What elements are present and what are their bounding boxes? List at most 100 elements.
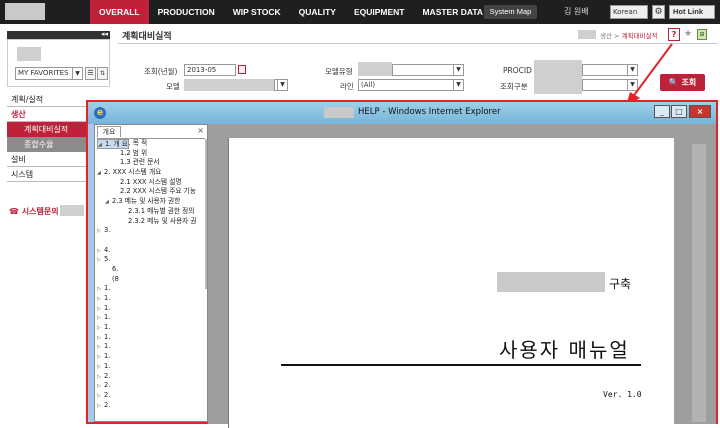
toc-item[interactable]: 2.2 XXX 시스템 주요 기능: [97, 187, 205, 197]
toc-item[interactable]: ▷ 2.: [97, 391, 205, 401]
toc-item[interactable]: ▷ 3.: [97, 226, 205, 236]
sidebar-item-system[interactable]: 시스템: [7, 167, 87, 182]
toc-item[interactable]: ◢ 2. XXX 시스템 개요: [97, 168, 205, 178]
menu-overall[interactable]: OVERALL: [90, 0, 149, 24]
toc-item[interactable]: ▷ 1.: [97, 323, 205, 333]
breadcrumb-production[interactable]: 생산 >: [600, 32, 619, 40]
excel-export-icon[interactable]: ⊞: [697, 29, 707, 40]
model-type-select[interactable]: ▼: [392, 64, 464, 76]
model-type-label: 모델유형: [325, 67, 353, 76]
menu-master-data[interactable]: MASTER DATA: [413, 0, 492, 24]
sidebar-nav: 계획/실적 생산 계획대비실적 종합수율 설비 시스템: [7, 92, 87, 182]
document-title-rule: [281, 364, 641, 366]
toc-item[interactable]: ▷ 4.: [97, 246, 205, 256]
toc-item[interactable]: ▷ 5.: [97, 255, 205, 265]
system-inquiry-label: 시스템문의: [21, 207, 59, 216]
collapse-icon[interactable]: ◢: [97, 169, 104, 179]
model-input[interactable]: [184, 79, 274, 91]
help-window-title-prefix: [324, 107, 354, 118]
language-select[interactable]: Korean: [610, 5, 648, 19]
toc-item[interactable]: ▷ 2.: [97, 401, 205, 411]
model-dropdown[interactable]: ▼: [274, 79, 288, 91]
menu-wip-stock[interactable]: WIP STOCK: [224, 0, 290, 24]
toc-item[interactable]: [97, 236, 205, 246]
toc-item[interactable]: ▷ 1.: [97, 294, 205, 304]
settings-gear-icon[interactable]: ⚙: [652, 5, 665, 19]
help-window-titlebar[interactable]: e HELP - Windows Internet Explorer _ □ ×: [88, 102, 716, 124]
close-button[interactable]: ×: [689, 105, 711, 118]
minimize-button[interactable]: _: [654, 105, 670, 118]
maximize-button[interactable]: □: [671, 105, 687, 118]
toc-item[interactable]: ▷ 1.: [97, 342, 205, 352]
collapse-icon[interactable]: ◢: [105, 198, 112, 208]
document-page: 구축 사용자 매뉴얼 Ver. 1.0: [228, 138, 674, 428]
toc-item[interactable]: ▷ 1.: [97, 362, 205, 372]
inquiry-ym-input[interactable]: 2013-05: [184, 64, 236, 76]
toc-item[interactable]: ◢ 2.3 메뉴 및 사용자 권한: [97, 197, 205, 207]
hot-link-select[interactable]: Hot Link: [669, 5, 715, 19]
system-map-button[interactable]: System Map: [484, 5, 537, 19]
sidebar-item-total-yield[interactable]: 종합수율: [7, 137, 87, 152]
sidebar-item-production[interactable]: 생산: [7, 107, 87, 122]
company-logo[interactable]: [5, 3, 45, 20]
toc-item-label: 1.: [104, 352, 111, 361]
toc-item-label: 1. 개 요: [105, 140, 128, 148]
scrollbar-thumb[interactable]: [692, 144, 706, 422]
sidebar-item-equipment[interactable]: 설비: [7, 152, 87, 167]
chevron-down-icon: ▼: [453, 80, 463, 90]
toc-item-label: 1.: [104, 342, 111, 351]
breadcrumb-home[interactable]: [578, 30, 596, 39]
toc-item[interactable]: ▷ 1.: [97, 333, 205, 343]
toc-item[interactable]: 1.2 범 위: [97, 149, 205, 159]
toc-item[interactable]: ◢ 1. 개 요: [97, 139, 129, 149]
toc-item[interactable]: 2.3.2 메뉴 및 사용자 권: [97, 217, 205, 227]
toc-item[interactable]: 6.: [97, 265, 205, 275]
menu-quality[interactable]: QUALITY: [290, 0, 345, 24]
expand-icon[interactable]: ▷: [97, 402, 104, 412]
tab-overview[interactable]: 개요: [97, 126, 121, 137]
favorite-star-icon[interactable]: ★: [684, 29, 692, 39]
toc-item-label: 2.: [104, 371, 111, 380]
calendar-icon[interactable]: [238, 65, 246, 74]
toc-item-label: 1.: [104, 284, 111, 293]
toc-item-label: 2.3.1 메뉴별 권한 정의: [128, 206, 195, 215]
toc-item[interactable]: ▷ 1.: [97, 284, 205, 294]
toc-item-label: 2. XXX 시스템 개요: [104, 168, 162, 177]
system-inquiry-link[interactable]: ☎ 시스템문의: [9, 206, 59, 217]
system-inquiry-contact: [60, 205, 84, 216]
toc-item[interactable]: ▷ 2.: [97, 372, 205, 382]
toc-item[interactable]: (8: [97, 275, 205, 285]
breadcrumb: 생산 > 계획대비실적: [600, 30, 657, 40]
toc-item[interactable]: 2.1 XXX 시스템 설명: [97, 178, 205, 188]
toc-item-label: 1.: [104, 361, 111, 370]
toc-item[interactable]: 1.3 관련 문서: [97, 158, 205, 168]
toc-item[interactable]: ▷ 1.: [97, 313, 205, 323]
toc-item-label: 4.: [104, 245, 111, 254]
sidebar-item-plan-result[interactable]: 계획/실적: [7, 92, 87, 107]
favorites-sort-icon[interactable]: ⇅: [97, 67, 108, 80]
user-profile-box: MY FAVORITES ▼ ☰ ⇅: [7, 39, 110, 87]
close-toc-icon[interactable]: ×: [197, 126, 204, 135]
favorites-select[interactable]: MY FAVORITES ▼: [15, 67, 83, 80]
document-scrollbar[interactable]: [690, 138, 710, 424]
line-select[interactable]: (All) ▼: [358, 79, 464, 91]
toc-tree: ◢ 1. 개 요 1.1 목 적 1.2 범 위 1.3 관련 문서 ◢ 2. XXX 시스…: [97, 138, 205, 420]
menu-equipment[interactable]: EQUIPMENT: [345, 0, 414, 24]
sidebar-item-plan-vs-actual[interactable]: 계획대비실적: [7, 122, 87, 137]
toc-item-label: 1.: [104, 294, 111, 302]
expand-icon[interactable]: ▷: [97, 256, 104, 266]
menu-production[interactable]: PRODUCTION: [149, 0, 224, 24]
favorites-list-icon[interactable]: ☰: [85, 67, 96, 80]
main-menu: OVERALL PRODUCTION WIP STOCK QUALITY EQU…: [90, 0, 492, 24]
collapse-icon[interactable]: ◢: [98, 141, 105, 151]
toc-item[interactable]: ▷ 2.: [97, 381, 205, 391]
toc-item[interactable]: ▷ 1.: [97, 352, 205, 362]
collapse-sidebar-icon[interactable]: ◂◂: [101, 30, 108, 38]
procid-label: PROCID: [503, 66, 532, 75]
toc-item[interactable]: 2.3.1 메뉴별 권한 정의: [97, 207, 205, 217]
page-title: 계획대비실적: [122, 32, 172, 42]
help-window: e HELP - Windows Internet Explorer _ □ ×…: [86, 100, 718, 428]
document-version: Ver. 1.0: [603, 390, 642, 399]
toc-item-label: 3.: [104, 226, 111, 235]
toc-item[interactable]: ▷ 1.: [97, 304, 205, 314]
